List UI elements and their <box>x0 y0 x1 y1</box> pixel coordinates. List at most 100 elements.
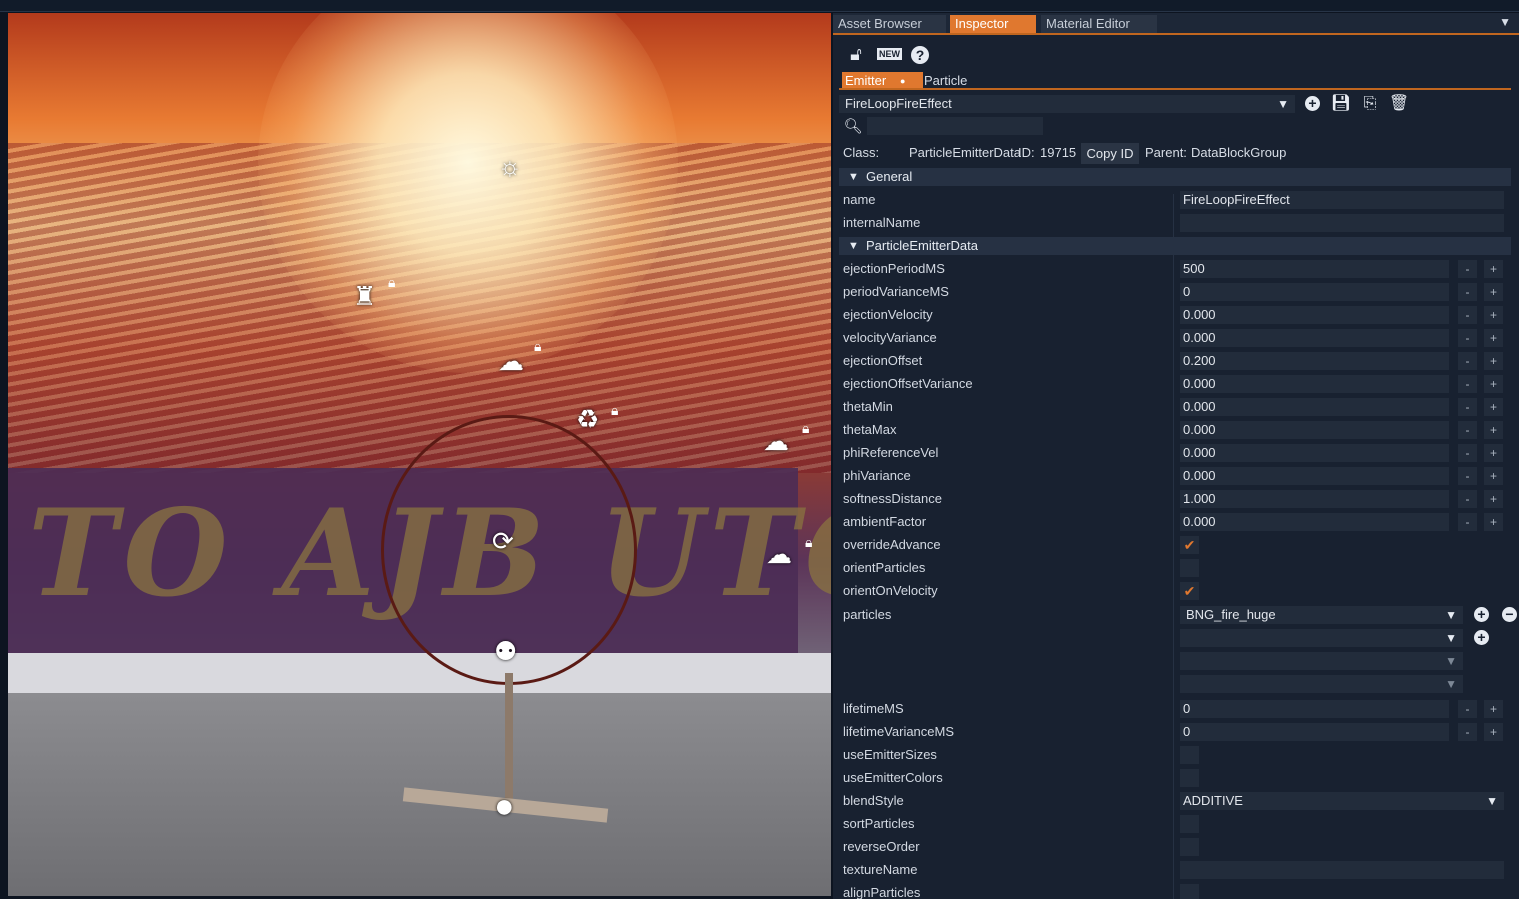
increment-button[interactable]: + <box>1484 260 1503 278</box>
weather-object-icon[interactable]: ☁ <box>498 348 524 374</box>
light-object-icon[interactable]: ♜ <box>353 283 376 309</box>
increment-button[interactable]: + <box>1484 375 1503 393</box>
increment-button[interactable]: + <box>1484 700 1503 718</box>
decrement-button[interactable]: - <box>1458 444 1477 462</box>
prop-row-particles-4: ▼ <box>833 673 1519 696</box>
tab-menu-caret-icon[interactable]: ▼ <box>1499 15 1511 29</box>
search-icon: 🔍︎ <box>843 118 863 135</box>
add-circle-icon[interactable]: + <box>1474 630 1489 645</box>
decrement-button[interactable]: - <box>1458 490 1477 508</box>
increment-button[interactable]: + <box>1484 352 1503 370</box>
collapse-triangle-icon: ▼ <box>848 240 859 252</box>
scene-viewport[interactable]: TO AJB UTO ☼ ♜ 🔒︎ ☁ 🔒︎ ♻ 🔒︎ ☁ 🔒︎ ☁ 🔒︎ ⟳ … <box>8 13 831 896</box>
use-emitter-sizes-checkbox[interactable] <box>1180 746 1199 764</box>
decrement-button[interactable]: - <box>1458 700 1477 718</box>
decrement-button[interactable]: - <box>1458 352 1477 370</box>
lock-icon: 🔒︎ <box>805 534 813 550</box>
new-icon[interactable]: NEW <box>877 43 902 65</box>
cloud-object-icon[interactable]: ☁ <box>763 428 789 454</box>
add-circle-icon[interactable]: + <box>1305 96 1320 111</box>
add-circle-icon[interactable]: + <box>1474 607 1489 622</box>
decrement-button[interactable]: - <box>1458 398 1477 416</box>
trash-icon[interactable]: 🗑︎ <box>1388 93 1410 115</box>
ambient-factor-field[interactable]: 0.000 <box>1180 513 1449 531</box>
increment-button[interactable]: + <box>1484 329 1503 347</box>
sound-object-icon[interactable]: ♻ <box>576 406 599 432</box>
use-emitter-colors-checkbox[interactable] <box>1180 769 1199 787</box>
increment-button[interactable]: + <box>1484 723 1503 741</box>
tab-inspector[interactable]: Inspector <box>950 15 1036 33</box>
decrement-button[interactable]: - <box>1458 260 1477 278</box>
lifetime-field[interactable]: 0 <box>1180 700 1449 718</box>
lifetime-variance-field[interactable]: 0 <box>1180 723 1449 741</box>
prop-label: orientParticles <box>843 560 926 575</box>
particle-dropdown-1[interactable]: BNG_fire_huge ▼ <box>1180 606 1463 624</box>
theta-max-field[interactable]: 0.000 <box>1180 421 1449 439</box>
section-particle-emitter-data[interactable]: ▼ ParticleEmitterData <box>839 237 1511 255</box>
prop-label: lifetimeMS <box>843 701 904 716</box>
decrement-button[interactable]: - <box>1458 467 1477 485</box>
decrement-button[interactable]: - <box>1458 513 1477 531</box>
increment-button[interactable]: + <box>1484 283 1503 301</box>
prop-label: lifetimeVarianceMS <box>843 724 955 739</box>
blend-style-value: ADDITIVE <box>1183 793 1243 808</box>
phi-reference-vel-field[interactable]: 0.000 <box>1180 444 1449 462</box>
orient-particles-checkbox[interactable] <box>1180 559 1199 577</box>
emitter-object-icon[interactable]: ⟳ <box>492 528 514 554</box>
decrement-button[interactable]: - <box>1458 283 1477 301</box>
decrement-button[interactable]: - <box>1458 375 1477 393</box>
decrement-button[interactable]: - <box>1458 421 1477 439</box>
remove-circle-icon[interactable]: − <box>1502 607 1517 622</box>
phi-variance-field[interactable]: 0.000 <box>1180 467 1449 485</box>
section-general[interactable]: ▼ General <box>839 168 1511 186</box>
orient-on-velocity-checkbox[interactable]: ✔ <box>1180 582 1199 600</box>
ejection-offset-field[interactable]: 0.200 <box>1180 352 1449 370</box>
sky-object-icon[interactable]: ☼ <box>498 153 522 179</box>
name-field[interactable]: FireLoopFireEffect <box>1180 191 1504 209</box>
datablock-dropdown[interactable]: FireLoopFireEffect ▼ <box>839 95 1295 113</box>
cloud-object-icon[interactable]: ☁ <box>766 541 792 567</box>
internal-name-field[interactable] <box>1180 214 1504 232</box>
increment-button[interactable]: + <box>1484 398 1503 416</box>
editor-tabs: Asset Browser Inspector Material Editor … <box>833 13 1519 35</box>
increment-button[interactable]: + <box>1484 467 1503 485</box>
reverse-order-checkbox[interactable] <box>1180 838 1199 856</box>
tab-material-editor[interactable]: Material Editor <box>1041 15 1157 33</box>
tab-asset-browser[interactable]: Asset Browser <box>833 15 946 33</box>
increment-button[interactable]: + <box>1484 444 1503 462</box>
save-as-icon[interactable]: ⎘ <box>1359 93 1381 115</box>
save-icon[interactable]: 💾︎ <box>1330 93 1352 115</box>
softness-distance-field[interactable]: 1.000 <box>1180 490 1449 508</box>
particle-dropdown-4[interactable]: ▼ <box>1180 675 1463 693</box>
increment-button[interactable]: + <box>1484 421 1503 439</box>
texture-name-field[interactable] <box>1180 861 1504 879</box>
align-particles-checkbox[interactable] <box>1180 884 1199 899</box>
ejection-period-field[interactable]: 500 <box>1180 260 1449 278</box>
override-advance-checkbox[interactable]: ✔ <box>1180 536 1199 554</box>
sort-particles-checkbox[interactable] <box>1180 815 1199 833</box>
prop-row-particles-3: ▼ <box>833 650 1519 673</box>
increment-button[interactable]: + <box>1484 513 1503 531</box>
copy-id-button[interactable]: Copy ID <box>1081 143 1139 164</box>
ejection-velocity-field[interactable]: 0.000 <box>1180 306 1449 324</box>
decrement-button[interactable]: - <box>1458 306 1477 324</box>
particle-dropdown-2[interactable]: ▼ <box>1180 629 1463 647</box>
selection-handle-icon[interactable]: ● <box>494 789 515 823</box>
ejection-offset-variance-field[interactable]: 0.000 <box>1180 375 1449 393</box>
increment-button[interactable]: + <box>1484 306 1503 324</box>
lock-icon[interactable]: 🔓︎ <box>845 43 867 65</box>
search-input[interactable] <box>867 117 1043 135</box>
help-icon[interactable]: ? <box>909 43 931 65</box>
period-variance-field[interactable]: 0 <box>1180 283 1449 301</box>
particle-dropdown-3[interactable]: ▼ <box>1180 652 1463 670</box>
prop-label: blendStyle <box>843 793 904 808</box>
blend-style-dropdown[interactable]: ADDITIVE ▼ <box>1180 792 1504 810</box>
decrement-button[interactable]: - <box>1458 723 1477 741</box>
barrier-wall <box>8 653 831 693</box>
theta-min-field[interactable]: 0.000 <box>1180 398 1449 416</box>
velocity-variance-field[interactable]: 0.000 <box>1180 329 1449 347</box>
class-label: Class: <box>843 145 880 160</box>
particle-node-icon[interactable]: ⚉ <box>494 638 517 664</box>
decrement-button[interactable]: - <box>1458 329 1477 347</box>
increment-button[interactable]: + <box>1484 490 1503 508</box>
